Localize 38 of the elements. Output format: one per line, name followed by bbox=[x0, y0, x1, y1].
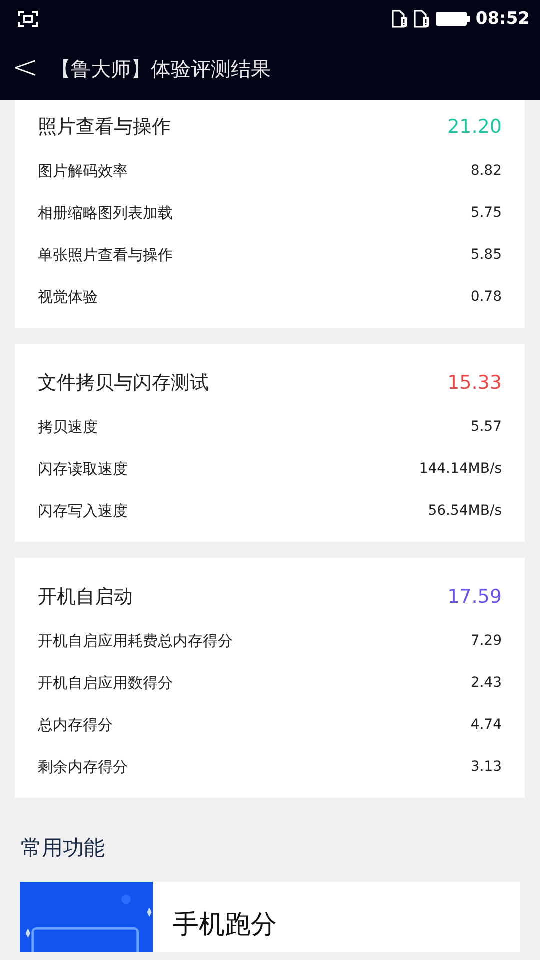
status-time: 08:52 bbox=[476, 9, 530, 29]
metric-value: 3.13 bbox=[470, 759, 502, 775]
metric-label: 开机自启应用数得分 bbox=[38, 674, 173, 692]
section-title: 开机自启动 bbox=[38, 585, 133, 610]
section-score: 15.33 bbox=[448, 372, 502, 394]
metric-label: 单张照片查看与操作 bbox=[38, 246, 173, 264]
sim-card-icon bbox=[392, 10, 408, 28]
metric-label: 开机自启应用耗费总内存得分 bbox=[38, 632, 233, 650]
metric-value: 8.82 bbox=[470, 163, 502, 179]
section-title: 照片查看与操作 bbox=[38, 115, 171, 140]
metric-value: 4.74 bbox=[470, 717, 502, 733]
metric-value: 5.57 bbox=[470, 419, 502, 435]
back-button[interactable]: < bbox=[0, 48, 51, 90]
battery-icon bbox=[436, 11, 470, 27]
screenshot-icon bbox=[18, 11, 38, 27]
metric-label: 相册缩略图列表加载 bbox=[38, 204, 173, 222]
metric-label: 剩余内存得分 bbox=[38, 758, 128, 776]
section-score: 21.20 bbox=[448, 116, 502, 138]
sim-card-icon bbox=[414, 10, 430, 28]
metric-label: 总内存得分 bbox=[38, 716, 113, 734]
section-score: 17.59 bbox=[448, 586, 502, 608]
metric-value: 0.78 bbox=[470, 289, 502, 305]
metric-value: 5.85 bbox=[470, 247, 502, 263]
metric-label: 视觉体验 bbox=[38, 288, 98, 306]
metric-value: 7.29 bbox=[470, 633, 502, 649]
metric-value: 5.75 bbox=[470, 205, 502, 221]
page-title: 【鲁大师】体验评测结果 bbox=[50, 56, 271, 82]
metric-label: 拷贝速度 bbox=[38, 418, 98, 436]
metric-label: 图片解码效率 bbox=[38, 162, 128, 180]
section-heading: 常用功能 bbox=[20, 835, 106, 862]
feature-label: 手机跑分 bbox=[173, 908, 277, 942]
section-title: 文件拷贝与闪存测试 bbox=[38, 371, 209, 396]
metric-label: 闪存写入速度 bbox=[38, 502, 128, 520]
metric-label: 闪存读取速度 bbox=[38, 460, 128, 478]
metric-value: 56.54MB/s bbox=[428, 503, 502, 519]
metric-value: 2.43 bbox=[470, 675, 502, 691]
feature-card[interactable]: 手机跑分 bbox=[20, 882, 520, 952]
metric-value: 144.14MB/s bbox=[419, 461, 502, 477]
